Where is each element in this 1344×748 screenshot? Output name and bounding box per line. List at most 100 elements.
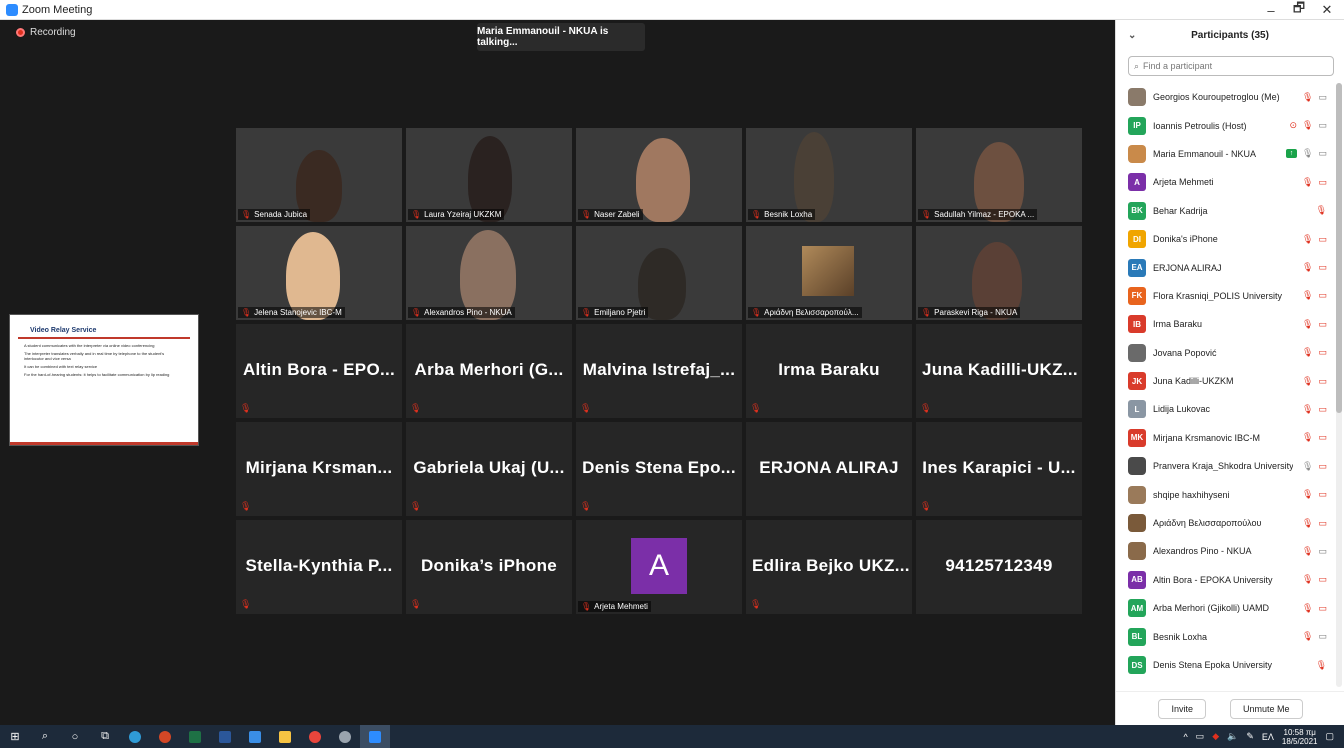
mic-off-icon: 🎙 — [581, 308, 592, 317]
invite-button[interactable]: Invite — [1158, 698, 1206, 719]
file-explorer-icon[interactable] — [270, 725, 300, 748]
participant-row[interactable]: JK Juna Kadilli-UKZKM 🎙 ▭ — [1116, 367, 1331, 395]
name-tile[interactable]: Mirjana Krsman... 🎙 — [236, 422, 402, 516]
participant-row[interactable]: EA ERJONA ALIRAJ 🎙 ▭ — [1116, 253, 1331, 281]
close-button[interactable]: ✕ — [1310, 0, 1344, 20]
edge-icon[interactable] — [120, 725, 150, 748]
avatar: FK — [1128, 286, 1146, 305]
name-tile[interactable]: Altin Bora - EPO... 🎙 — [236, 324, 402, 418]
participant-row[interactable]: MK Mirjana Krsmanovic IBC-M 🎙 ▭ — [1116, 424, 1331, 452]
word-icon[interactable] — [210, 725, 240, 748]
scrollbar-thumb[interactable] — [1336, 83, 1342, 413]
name-tile[interactable]: Irma Baraku 🎙 — [746, 324, 912, 418]
video-icon: ▭ — [1318, 91, 1327, 102]
recording-indicator[interactable]: Recording — [16, 27, 76, 38]
participant-name: Denis Stena Epoka University — [1153, 660, 1273, 670]
excel-icon[interactable] — [180, 725, 210, 748]
mic-off-icon: 🎙 — [1302, 176, 1314, 187]
participant-row[interactable]: DS Denis Stena Epoka University 🎙 — [1116, 651, 1331, 679]
participant-row[interactable]: BK Behar Kadrija 🎙 — [1116, 197, 1331, 225]
chevron-down-icon[interactable]: ⌄ — [1128, 30, 1136, 41]
chrome-icon[interactable] — [300, 725, 330, 748]
store-icon[interactable] — [240, 725, 270, 748]
avatar — [1128, 144, 1146, 163]
participant-row[interactable]: shqipe haxhihyseni 🎙 ▭ — [1116, 480, 1331, 508]
participant-row[interactable]: Georgios Kouroupetroglou (Me) 🎙 ▭ — [1116, 83, 1331, 111]
participants-header: ⌄ Participants (35) — [1116, 20, 1344, 50]
name-tile[interactable]: Donika’s iPhone 🎙 — [406, 520, 572, 614]
avatar: IB — [1128, 315, 1146, 334]
video-tile[interactable]: 🎙 Sadullah Yilmaz - EPOKA ... — [916, 128, 1082, 222]
search-icon[interactable]: ⌕ — [30, 725, 60, 748]
participant-list-scrollbar[interactable] — [1336, 83, 1342, 687]
volume-icon[interactable]: 🔈 — [1227, 731, 1238, 742]
name-tile[interactable]: ERJONA ALIRAJ — [746, 422, 912, 516]
video-off-icon: ▭ — [1318, 602, 1327, 613]
participant-row[interactable]: FK Flora Krasniqi_POLIS University 🎙 ▭ — [1116, 282, 1331, 310]
video-tile[interactable]: 🎙 Αριάδνη Βελισσαροπούλ... — [746, 226, 912, 320]
clock[interactable]: 10:58 πμ 18/5/2021 — [1282, 728, 1318, 746]
participant-row[interactable]: IB Irma Baraku 🎙 ▭ — [1116, 310, 1331, 338]
video-tile[interactable]: 🎙 Emiljano Pjetri — [576, 226, 742, 320]
name-tile[interactable]: Malvina Istrefaj_... 🎙 — [576, 324, 742, 418]
avatar — [1128, 542, 1146, 561]
video-tile[interactable]: 🎙 Besnik Loxha — [746, 128, 912, 222]
participant-row[interactable]: Alexandros Pino - NKUA 🎙 ▭ — [1116, 537, 1331, 565]
cortana-icon[interactable]: ○ — [60, 725, 90, 748]
avatar-tile[interactable]: A 🎙 Arjeta Mehmeti — [576, 520, 742, 614]
app-icon[interactable] — [330, 725, 360, 748]
windows-start-icon[interactable]: ⊞ — [0, 725, 30, 748]
participant-status-icons: 🎙 ▭ — [1302, 234, 1327, 245]
name-tile[interactable]: Gabriela Ukaj (U... 🎙 — [406, 422, 572, 516]
participant-row[interactable]: AM Arba Merhori (Gjikolli) UAMD 🎙 ▭ — [1116, 594, 1331, 622]
participant-name: Edlira Bejko UKZ... — [752, 556, 910, 575]
participant-status-icons: 🎙 ▭ — [1302, 92, 1327, 103]
mic-off-icon: 🎙 — [240, 599, 252, 609]
participant-row[interactable]: Αριάδνη Βελισσαροπούλου 🎙 ▭ — [1116, 509, 1331, 537]
zoom-taskbar-icon[interactable] — [360, 725, 390, 748]
participant-row[interactable]: Jovana Popović 🎙 ▭ — [1116, 339, 1331, 367]
video-tile[interactable]: 🎙 Jelena Stanojevic IBC-M — [236, 226, 402, 320]
video-tile[interactable]: 🎙 Paraskevi Riga - NKUA — [916, 226, 1082, 320]
video-tile[interactable]: 🎙 Senada Jubica — [236, 128, 402, 222]
shared-screen[interactable]: Video Relay Service A student communicat… — [9, 314, 199, 446]
network-icon[interactable]: ▭ — [1196, 731, 1205, 742]
antivirus-icon[interactable]: ◆ — [1212, 731, 1219, 742]
name-tile[interactable]: Denis Stena Epo... 🎙 — [576, 422, 742, 516]
mic-off-icon: 🎙 — [410, 501, 422, 511]
task-view-icon[interactable]: ⧉ — [90, 725, 120, 748]
language-indicator[interactable]: ΕΛ — [1262, 732, 1274, 742]
participant-name: Altin Bora - EPOKA University — [1153, 574, 1273, 585]
participant-nametag: 🎙 Paraskevi Riga - NKUA — [918, 307, 1021, 318]
participant-row[interactable]: AB Altin Bora - EPOKA University 🎙 ▭ — [1116, 566, 1331, 594]
chevron-up-icon[interactable]: ^ — [1183, 732, 1187, 742]
name-tile[interactable]: Arba Merhori (G... 🎙 — [406, 324, 572, 418]
mic-off-icon: 🎙 — [1302, 290, 1314, 301]
mic-off-icon: 🎙 — [240, 403, 252, 413]
video-tile[interactable]: 🎙 Alexandros Pino - NKUA — [406, 226, 572, 320]
video-tile[interactable]: 🎙 Naser Zabeli — [576, 128, 742, 222]
name-tile[interactable]: Ines Karapici - U... 🎙 — [916, 422, 1082, 516]
video-tile[interactable]: 🎙 Laura Yzeiraj UKZKM — [406, 128, 572, 222]
powerpoint-icon[interactable] — [150, 725, 180, 748]
participant-row[interactable]: IP Ioannis Petroulis (Host) ⊙ 🎙 ▭ — [1116, 111, 1331, 139]
participant-nametag: 🎙 Emiljano Pjetri — [578, 307, 649, 318]
name-tile[interactable]: Stella-Kynthia P... 🎙 — [236, 520, 402, 614]
participant-row[interactable]: Pranvera Kraja_Shkodra University 🎙 ▭ — [1116, 452, 1331, 480]
participant-status-icons: 🎙 ▭ — [1302, 603, 1327, 614]
name-tile[interactable]: Juna Kadilli-UKZ... 🎙 — [916, 324, 1082, 418]
mic-off-icon: 🎙 — [921, 308, 932, 317]
notifications-icon[interactable]: ▢ — [1325, 731, 1334, 742]
unmute-me-button[interactable]: Unmute Me — [1229, 698, 1303, 719]
name-tile[interactable]: Edlira Bejko UKZ... 🎙 — [746, 520, 912, 614]
pen-icon[interactable]: ✎ — [1246, 731, 1254, 742]
slide-bullet: For the hard-of-hearing students: it hel… — [24, 372, 170, 377]
participant-row[interactable]: BL Besnik Loxha 🎙 ▭ — [1116, 622, 1331, 650]
participant-row[interactable]: A Arjeta Mehmeti 🎙 ▭ — [1116, 168, 1331, 196]
participant-row[interactable]: DI Donika's iPhone 🎙 ▭ — [1116, 225, 1331, 253]
name-tile[interactable]: 94125712349 — [916, 520, 1082, 614]
participant-row[interactable]: L Lidija Lukovac 🎙 ▭ — [1116, 395, 1331, 423]
avatar: L — [1128, 400, 1146, 419]
search-input[interactable]: ⌕ Find a participant — [1128, 56, 1334, 76]
participant-row[interactable]: Maria Emmanouil - NKUA ↑ 🎙 ▭ — [1116, 140, 1331, 168]
